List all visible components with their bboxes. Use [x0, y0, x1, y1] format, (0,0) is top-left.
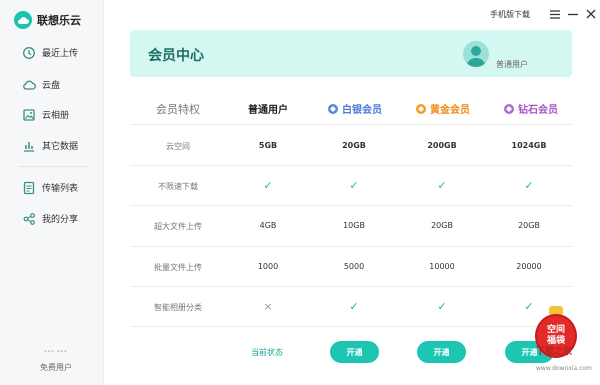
check-icon: ✓ [524, 179, 534, 192]
sidebar-item-label: 最近上传 [42, 49, 79, 59]
table-cell: 20000 [516, 262, 542, 271]
open-silver-button[interactable]: 开通 [330, 341, 379, 363]
column-header-silver: 白银会员 [320, 101, 390, 116]
table-cell: 10GB [343, 221, 365, 230]
menu-icon [550, 9, 560, 19]
list-icon [23, 181, 35, 195]
close-icon [586, 9, 596, 19]
menu-button[interactable] [549, 8, 561, 20]
column-header-label: 白银会员 [342, 105, 382, 116]
cloud-icon [23, 80, 36, 90]
sidebar-user-type: 免费用户 [40, 363, 72, 372]
sidebar-item-other-data[interactable]: 其它数据 [0, 136, 104, 156]
title-bar: 手机版下载 [490, 8, 597, 20]
column-header-label: 黄金会员 [430, 105, 470, 116]
column-header-gold: 黄金会员 [408, 101, 478, 116]
sidebar-item-cloud-drive[interactable]: 云盘 [0, 75, 104, 95]
cloud-logo-icon [14, 11, 32, 29]
feature-column-header: 会员特权 [156, 103, 200, 116]
sidebar-item-cloud-album[interactable]: 云相册 [0, 105, 104, 125]
diamond-icon [328, 103, 338, 114]
column-header-diamond: 钻石会员 [495, 101, 567, 116]
mobile-download-link[interactable]: 手机版下载 [490, 9, 530, 20]
watermark: 下载之家 www.downxia.com [536, 344, 598, 372]
diamond-icon [504, 103, 514, 114]
page-title: 会员中心 [148, 48, 204, 64]
table-divider [130, 326, 572, 327]
table-cell: 1000 [257, 262, 279, 271]
sidebar-user[interactable]: *** *** 免费用户 [30, 350, 82, 373]
sidebar-item-transfer-list[interactable]: 传输列表 [0, 178, 104, 198]
watermark-logo: 下载之家 [536, 347, 573, 357]
sidebar-item-label: 传输列表 [42, 184, 79, 194]
check-icon: ✓ [437, 300, 447, 313]
open-gold-button[interactable]: 开通 [417, 341, 466, 363]
table-divider [130, 165, 572, 166]
header-user-type: 普通用户 [496, 60, 528, 69]
table-divider [130, 205, 572, 206]
table-cell: 200GB [427, 141, 457, 150]
table-cell: 4GB [259, 221, 277, 230]
check-icon: ✓ [349, 300, 359, 313]
promo-line-1: 空间 [546, 325, 565, 335]
app-window: 联想乐云 最近上传 云盘 云相册 其它数据 传输列表 我的分享 *** *** … [0, 0, 600, 385]
check-icon: ✓ [349, 179, 359, 192]
minimize-icon [568, 13, 578, 15]
check-icon: ✓ [437, 179, 447, 192]
feature-label: 批量文件上传 [154, 263, 202, 272]
watermark-url: www.downxia.com [536, 365, 592, 372]
brand: 联想乐云 [14, 11, 81, 29]
share-icon [23, 213, 35, 225]
table-cell: 1024GB [511, 141, 547, 150]
sidebar-item-label: 云相册 [42, 111, 70, 121]
clock-icon [23, 47, 35, 59]
table-cell: 5GB [258, 141, 278, 150]
sidebar-user-name: *** *** [44, 350, 68, 356]
close-button[interactable] [585, 8, 597, 20]
avatar[interactable] [463, 41, 489, 67]
feature-label: 不限速下载 [158, 182, 198, 191]
table-divider [130, 124, 572, 125]
image-icon [23, 109, 35, 121]
column-header-normal: 普通用户 [248, 105, 288, 116]
member-center-header: 会员中心 普通用户 [130, 30, 572, 77]
minimize-button[interactable] [567, 8, 579, 20]
sidebar-item-my-shares[interactable]: 我的分享 [0, 209, 104, 229]
feature-label: 超大文件上传 [154, 222, 202, 231]
table-cell: 20GB [342, 141, 366, 150]
sidebar-item-label: 其它数据 [42, 142, 79, 152]
table-cell: 20GB [518, 221, 540, 230]
app-name: 联想乐云 [37, 14, 81, 27]
chart-icon [24, 142, 34, 152]
table-cell: 5000 [343, 262, 365, 271]
diamond-icon [416, 103, 426, 114]
sidebar-item-recent-uploads[interactable]: 最近上传 [0, 43, 104, 63]
sidebar: 联想乐云 最近上传 云盘 云相册 其它数据 传输列表 我的分享 *** *** … [0, 0, 104, 385]
table-divider [130, 246, 572, 247]
current-state-label: 当前状态 [251, 348, 283, 357]
sidebar-divider [18, 166, 88, 167]
table-cell: 20GB [431, 221, 453, 230]
user-avatar-icon [466, 46, 486, 67]
table-divider [130, 286, 572, 287]
check-icon: ✓ [263, 179, 273, 192]
sidebar-item-label: 云盘 [42, 81, 61, 91]
feature-label: 云空间 [166, 142, 190, 151]
feature-label: 智能相册分类 [154, 303, 202, 312]
column-header-label: 钻石会员 [518, 105, 558, 116]
cross-icon: × [263, 300, 273, 313]
sidebar-item-label: 我的分享 [42, 215, 79, 225]
table-cell: 10000 [429, 262, 455, 271]
